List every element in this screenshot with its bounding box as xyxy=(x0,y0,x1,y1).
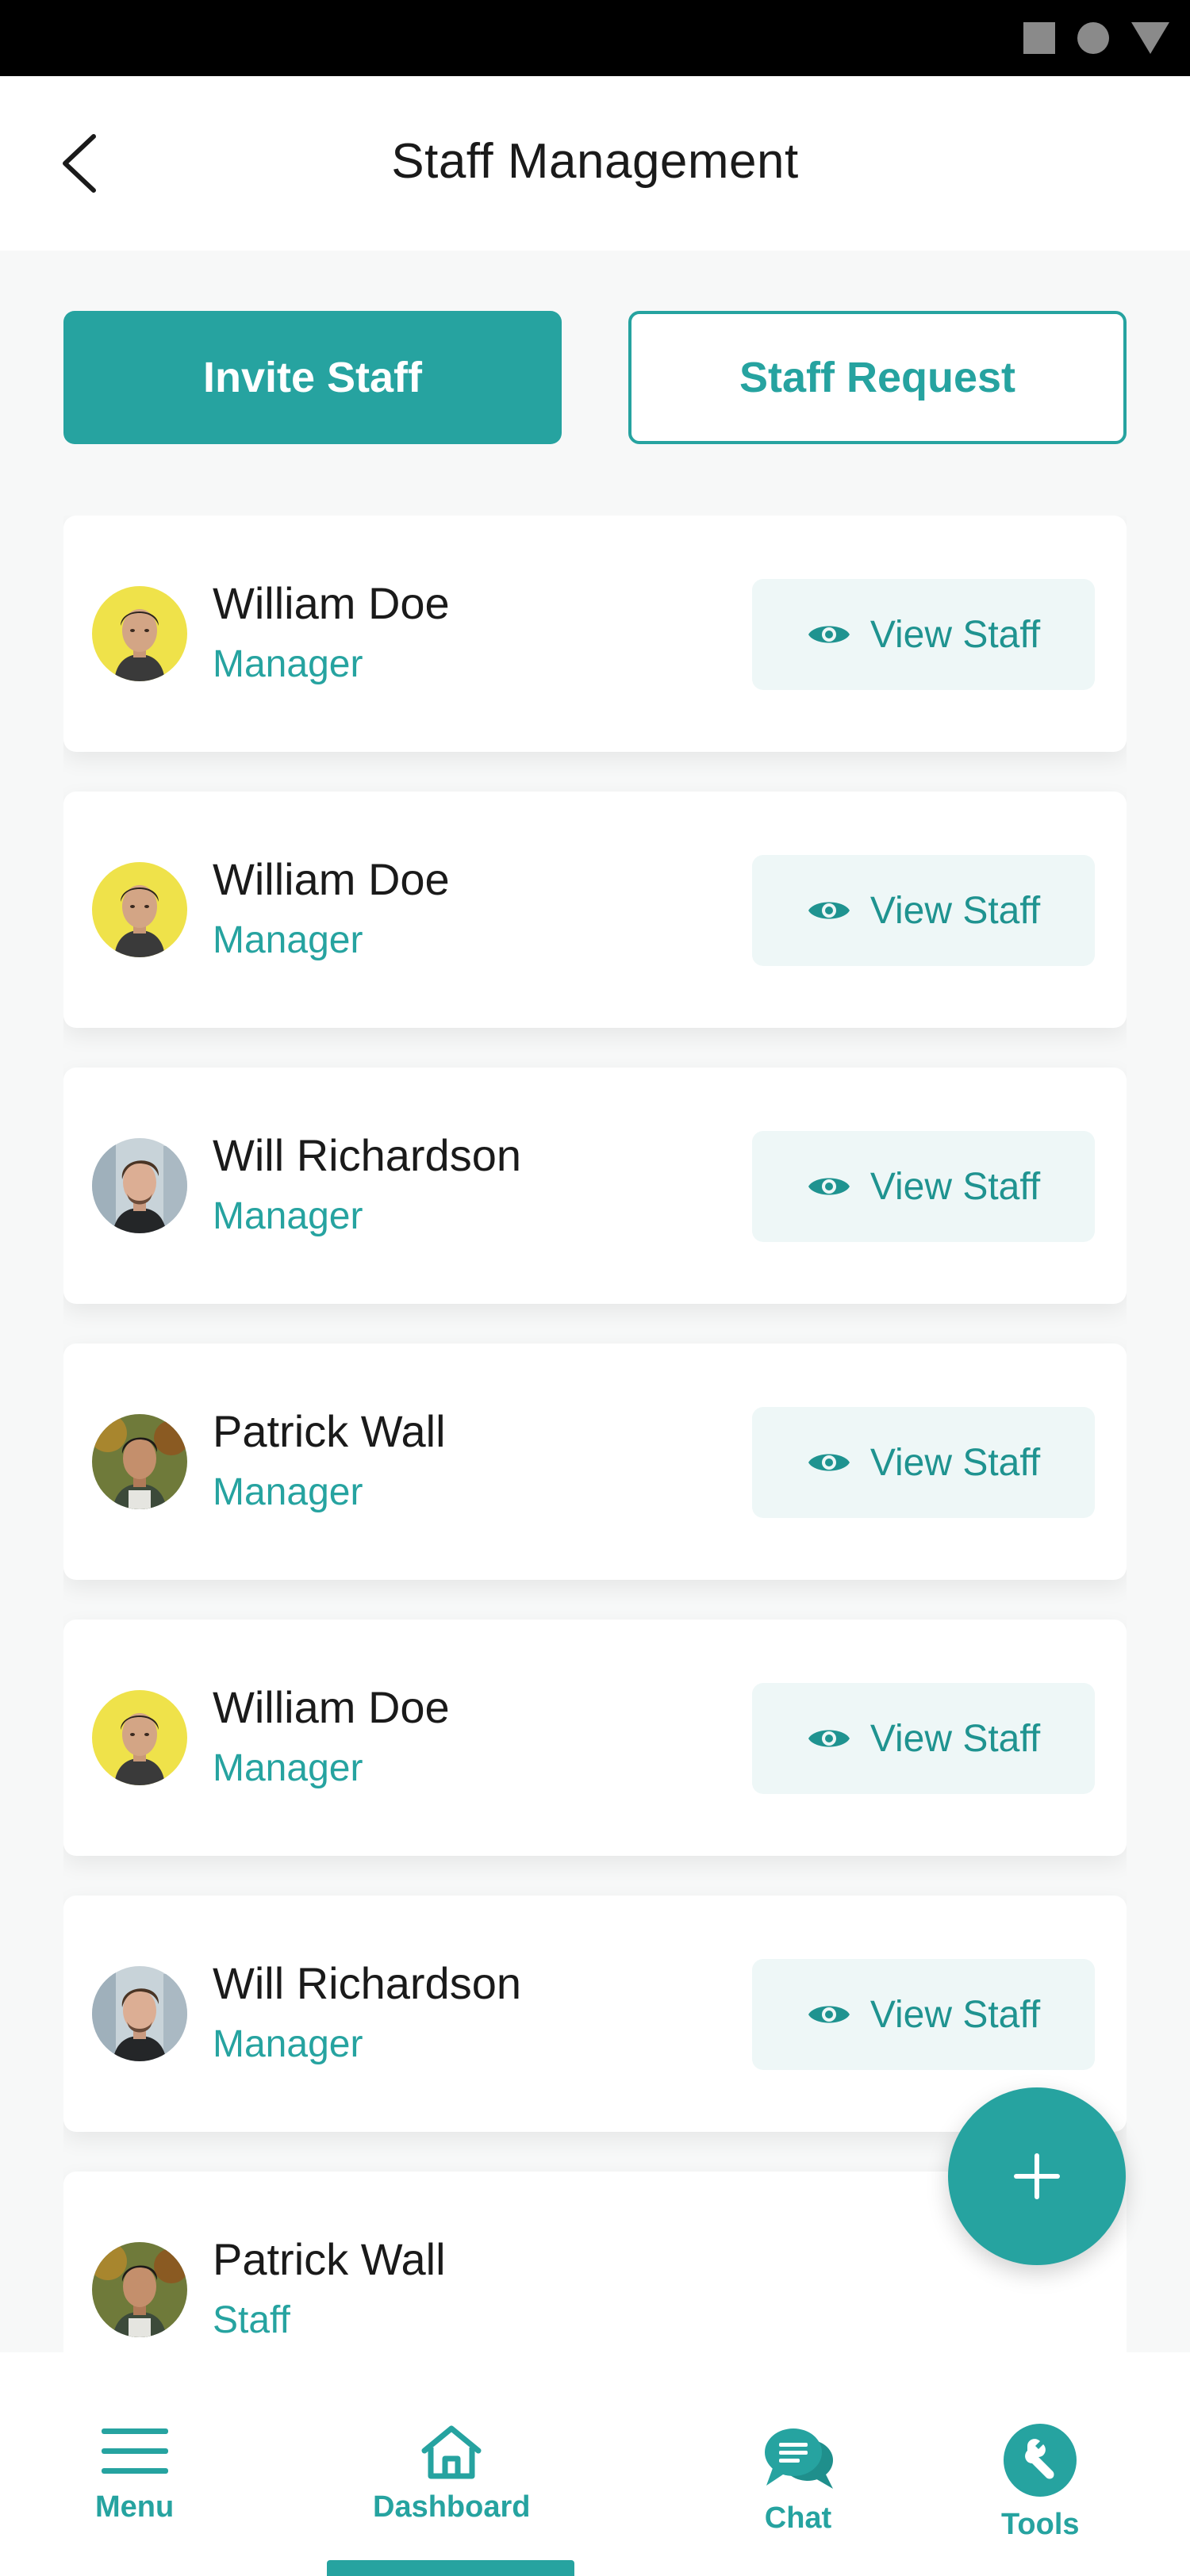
nav-label: Menu xyxy=(95,2490,175,2524)
action-row: Invite Staff Staff Request xyxy=(63,311,1127,444)
view-staff-button[interactable]: View Staff xyxy=(752,855,1095,966)
staff-name: William Doe xyxy=(213,1682,450,1732)
active-tab-indicator xyxy=(327,2560,574,2576)
staff-name: Patrick Wall xyxy=(213,1406,446,1456)
staff-role: Manager xyxy=(213,1471,363,1513)
view-staff-button[interactable]: View Staff xyxy=(752,1683,1095,1794)
staff-name: Will Richardson xyxy=(213,1958,521,2008)
view-staff-button[interactable]: View Staff xyxy=(752,1959,1095,2070)
nav-item-tools[interactable]: Tools xyxy=(1001,2424,1080,2542)
tools-icon xyxy=(1004,2424,1077,2497)
eye-icon xyxy=(807,1448,851,1477)
staff-card: Will Richardson Manager View Staff xyxy=(63,1068,1127,1304)
view-staff-button[interactable]: View Staff xyxy=(752,1407,1095,1518)
avatar xyxy=(92,2242,187,2337)
page-title: Staff Management xyxy=(391,134,799,189)
nav-item-chat[interactable]: Chat xyxy=(762,2424,835,2536)
chat-icon xyxy=(765,2428,833,2489)
bottom-nav: Menu Dashboard Chat Tools xyxy=(0,2352,1190,2576)
nav-item-menu[interactable]: Menu xyxy=(95,2424,174,2524)
view-staff-button[interactable]: View Staff xyxy=(752,1131,1095,1242)
staff-name: William Doe xyxy=(213,854,450,904)
staff-card: William Doe Manager View Staff xyxy=(63,516,1127,752)
staff-role: Manager xyxy=(213,1195,363,1237)
add-staff-fab-button[interactable] xyxy=(948,2087,1126,2265)
nav-label: Chat xyxy=(764,2501,832,2535)
view-staff-button[interactable]: View Staff xyxy=(752,579,1095,690)
status-bar xyxy=(0,0,1190,76)
back-triangle-icon xyxy=(1131,22,1169,54)
avatar xyxy=(92,1966,187,2061)
staff-request-button[interactable]: Staff Request xyxy=(628,311,1127,444)
staff-role: Manager xyxy=(213,643,363,685)
staff-card: Patrick Wall Manager View Staff xyxy=(63,1344,1127,1580)
nav-label: Tools xyxy=(1001,2508,1080,2541)
avatar xyxy=(92,1138,187,1233)
staff-role: Manager xyxy=(213,1747,363,1789)
staff-list: William Doe Manager View Staff William D… xyxy=(63,516,1127,2352)
eye-icon xyxy=(807,896,851,925)
staff-role: Staff xyxy=(213,2299,290,2341)
eye-icon xyxy=(807,1724,851,1753)
system-nav-icons xyxy=(1023,22,1169,54)
avatar xyxy=(92,1414,187,1509)
home-circle-icon xyxy=(1077,22,1109,54)
staff-role: Manager xyxy=(213,919,363,961)
nav-label: Dashboard xyxy=(373,2490,531,2524)
eye-icon xyxy=(807,2000,851,2029)
avatar xyxy=(92,1690,187,1785)
staff-card: William Doe Manager View Staff xyxy=(63,792,1127,1028)
eye-icon xyxy=(807,1172,851,1201)
menu-icon xyxy=(101,2428,168,2474)
nav-item-dashboard[interactable]: Dashboard xyxy=(373,2424,530,2524)
view-staff-label: View Staff xyxy=(869,1441,1041,1484)
view-staff-label: View Staff xyxy=(869,613,1041,656)
invite-staff-button[interactable]: Invite Staff xyxy=(63,311,562,444)
view-staff-label: View Staff xyxy=(869,1717,1041,1760)
app-header: Staff Management xyxy=(0,76,1190,251)
staff-card: Will Richardson Manager View Staff xyxy=(63,1896,1127,2132)
staff-name: Patrick Wall xyxy=(213,2234,446,2284)
eye-icon xyxy=(807,620,851,649)
plus-icon xyxy=(1014,2153,1060,2199)
staff-card: William Doe Manager View Staff xyxy=(63,1620,1127,1856)
view-staff-label: View Staff xyxy=(869,1993,1041,2036)
view-staff-label: View Staff xyxy=(869,889,1041,932)
home-icon xyxy=(421,2425,482,2479)
view-staff-label: View Staff xyxy=(869,1165,1041,1208)
staff-name: Will Richardson xyxy=(213,1130,521,1180)
staff-role: Manager xyxy=(213,2023,363,2065)
staff-name: William Doe xyxy=(213,578,450,628)
avatar xyxy=(92,586,187,681)
recent-apps-icon xyxy=(1023,22,1055,54)
avatar xyxy=(92,862,187,957)
